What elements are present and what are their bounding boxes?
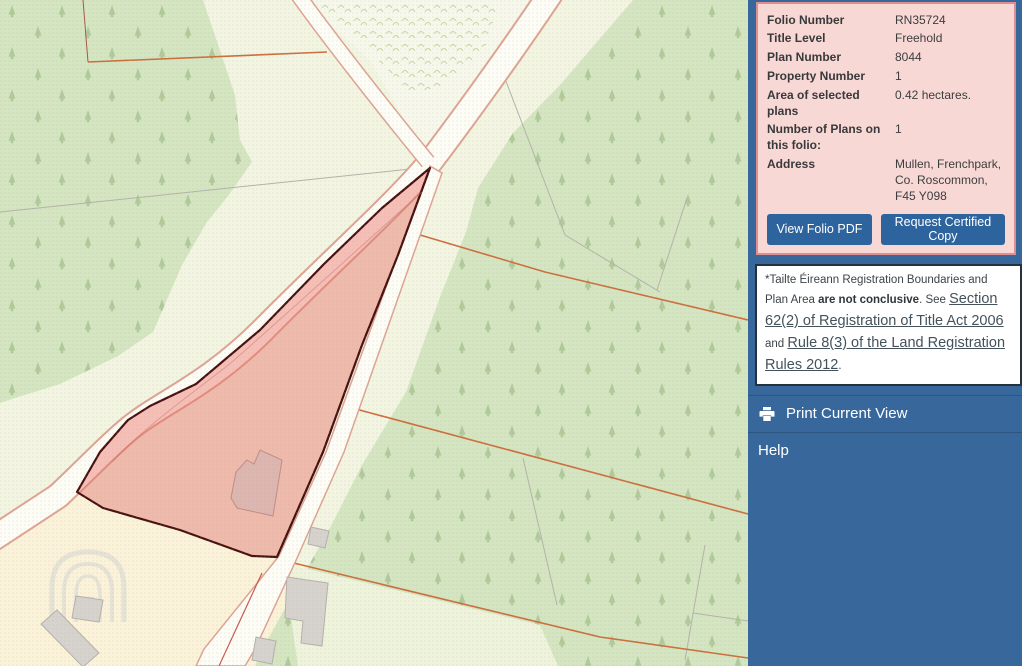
rule-8-link[interactable]: Rule 8(3) of the Land Registration Rules… bbox=[765, 335, 1005, 373]
plan-number-value: 8044 bbox=[895, 50, 1005, 66]
plans-count-label: Number of Plans on this folio: bbox=[767, 122, 889, 154]
folio-row: Number of Plans on this folio: 1 bbox=[767, 121, 1005, 156]
folio-info-panel: Folio Number RN35724 Title Level Freehol… bbox=[756, 2, 1016, 255]
plan-number-label: Plan Number bbox=[767, 50, 889, 66]
folio-row: Property Number 1 bbox=[767, 67, 1005, 86]
title-level-value: Freehold bbox=[895, 31, 1005, 47]
folio-number-label: Folio Number bbox=[767, 13, 889, 29]
folio-row: Plan Number 8044 bbox=[767, 49, 1005, 68]
property-number-label: Property Number bbox=[767, 69, 889, 85]
disclaimer-text: . See bbox=[919, 294, 949, 306]
address-value: Mullen, Frenchpark, Co. Roscommon, F45 Y… bbox=[895, 157, 1005, 204]
map-dot-texture bbox=[0, 0, 748, 666]
property-number-value: 1 bbox=[895, 69, 1005, 85]
area-label: Area of selected plans bbox=[767, 88, 889, 120]
view-folio-pdf-button[interactable]: View Folio PDF bbox=[767, 214, 872, 245]
sidebar: Folio Number RN35724 Title Level Freehol… bbox=[748, 0, 1022, 666]
help-link[interactable]: Help bbox=[748, 433, 1022, 468]
folio-row: Address Mullen, Frenchpark, Co. Roscommo… bbox=[767, 156, 1005, 206]
plans-count-value: 1 bbox=[895, 122, 1005, 154]
folio-row: Folio Number RN35724 bbox=[767, 11, 1005, 30]
boundaries-disclaimer: *Tailte Éireann Registration Boundaries … bbox=[755, 264, 1022, 386]
print-current-view-button[interactable]: Print Current View bbox=[748, 395, 1022, 433]
folio-panel-buttons: View Folio PDF Request Certified Copy bbox=[767, 214, 1005, 245]
address-label: Address bbox=[767, 157, 889, 204]
request-certified-copy-button[interactable]: Request Certified Copy bbox=[881, 214, 1005, 245]
folio-row: Title Level Freehold bbox=[767, 30, 1005, 49]
land-registry-map-viewer: Folio Number RN35724 Title Level Freehol… bbox=[0, 0, 1022, 666]
disclaimer-text: and bbox=[765, 338, 787, 350]
print-current-view-label: Print Current View bbox=[786, 405, 907, 422]
folio-row: Area of selected plans 0.42 hectares. bbox=[767, 86, 1005, 121]
area-value: 0.42 hectares. bbox=[895, 88, 1005, 120]
disclaimer-bold-text: are not conclusive bbox=[818, 294, 919, 306]
help-label: Help bbox=[758, 442, 789, 459]
printer-icon bbox=[759, 406, 775, 422]
map-svg bbox=[0, 0, 748, 666]
title-level-label: Title Level bbox=[767, 31, 889, 47]
disclaimer-text: . bbox=[838, 360, 841, 372]
map-canvas[interactable] bbox=[0, 0, 748, 666]
folio-number-value: RN35724 bbox=[895, 13, 1005, 29]
